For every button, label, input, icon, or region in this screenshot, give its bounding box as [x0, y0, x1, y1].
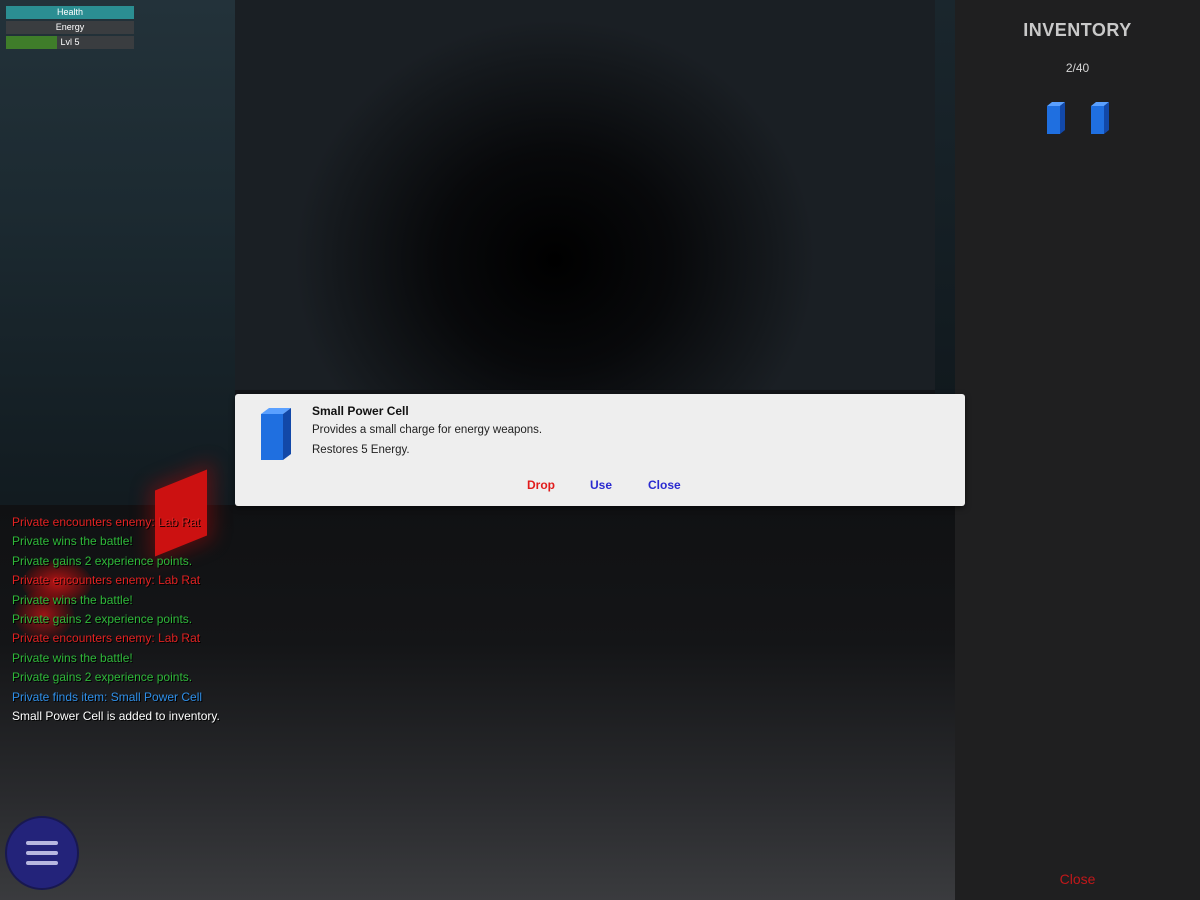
- hamburger-menu-icon: [26, 861, 58, 865]
- log-message: Private gains 2 experience points.: [12, 612, 193, 627]
- power-cell-icon: [1046, 102, 1065, 134]
- health-label: Health: [56, 7, 83, 17]
- hamburger-menu-icon: [26, 841, 58, 845]
- inventory-close-button[interactable]: Close: [955, 871, 1200, 887]
- inventory-slot[interactable]: [1046, 101, 1065, 135]
- corridor-far-wall: [235, 0, 935, 390]
- power-cell-icon: [1090, 102, 1109, 134]
- log-message: Private encounters enemy: Lab Rat: [12, 515, 201, 529]
- energy-bar: Energy: [6, 21, 134, 34]
- item-effect: Restores 5 Energy.: [312, 444, 410, 456]
- log-message: Private wins the battle!: [12, 592, 133, 607]
- drop-button[interactable]: Drop: [527, 478, 555, 492]
- inventory-slot[interactable]: [1090, 101, 1109, 135]
- inventory-title: INVENTORY: [1023, 20, 1132, 40]
- inventory-slots: [955, 101, 1200, 135]
- item-detail-dialog: Small Power Cell Provides a small charge…: [235, 394, 965, 506]
- item-description: Provides a small charge for energy weapo…: [312, 424, 543, 436]
- health-bar: Health: [6, 6, 134, 19]
- log-message: Private finds item: Small Power Cell: [12, 689, 203, 704]
- log-message: Small Power Cell is added to inventory.: [12, 709, 220, 724]
- message-log: Private encounters enemy: Lab Rat Private…: [12, 513, 272, 726]
- log-message: Private gains 2 experience points.: [12, 553, 193, 568]
- log-message: Private encounters enemy: Lab Rat: [12, 631, 201, 646]
- inventory-panel: INVENTORY 2/40 Close: [955, 0, 1200, 900]
- level-label: Lvl 5: [60, 37, 80, 47]
- item-name: Small Power Cell: [312, 404, 409, 418]
- log-message: Private wins the battle!: [12, 650, 133, 665]
- menu-button[interactable]: [7, 818, 77, 888]
- level-bar: Lvl 5: [6, 36, 134, 49]
- hamburger-menu-icon: [26, 851, 58, 855]
- use-button[interactable]: Use: [590, 478, 612, 492]
- energy-label: Energy: [55, 22, 85, 32]
- inventory-count: 2/40: [1065, 61, 1090, 75]
- log-message: Private wins the battle!: [12, 534, 133, 549]
- corridor-left-wall: [0, 0, 235, 520]
- log-message: Private encounters enemy: Lab Rat: [12, 573, 201, 588]
- power-cell-icon: [261, 408, 291, 460]
- dialog-close-button[interactable]: Close: [648, 478, 681, 492]
- log-message: Private gains 2 experience points.: [12, 670, 193, 685]
- player-stats: Health Energy Lvl 5: [6, 6, 134, 51]
